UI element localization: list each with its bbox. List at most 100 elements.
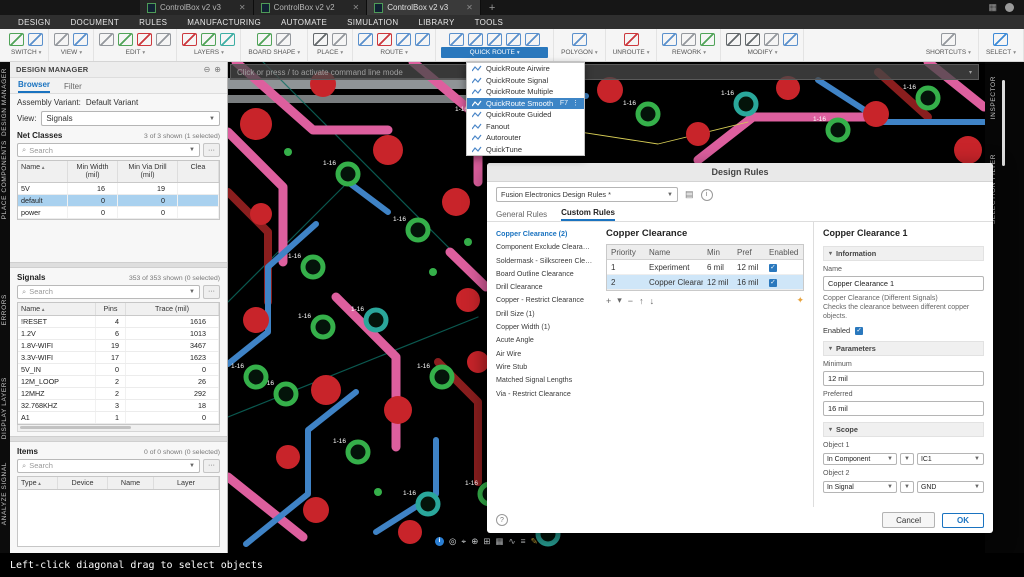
rule-category[interactable]: Soldermask - Silkscreen Clearance: [496, 255, 593, 268]
menu-item-automate[interactable]: AUTOMATE: [281, 18, 327, 27]
route-via-icon[interactable]: [377, 33, 392, 46]
menu-item-design[interactable]: DESIGN: [18, 18, 50, 27]
menu-item-library[interactable]: LIBRARY: [418, 18, 454, 27]
column-header[interactable]: Min Via Drill (mil): [118, 161, 178, 182]
new-tab-button[interactable]: +: [481, 0, 503, 15]
menu-item-simulation[interactable]: SIMULATION: [347, 18, 398, 27]
parameters-section-header[interactable]: ▾ Parameters: [823, 341, 984, 356]
minimum-input[interactable]: 12 mil: [823, 371, 984, 386]
menu-item-quickroute-airwire[interactable]: QuickRoute Airwire: [467, 63, 584, 75]
enabled-checkbox[interactable]: ✓: [769, 264, 777, 272]
shortcuts-icon[interactable]: [941, 33, 956, 46]
quickroute-signal-icon[interactable]: [468, 33, 483, 46]
signals-horizontal-scrollbar[interactable]: [17, 425, 220, 432]
column-header[interactable]: Name ▴: [18, 303, 96, 315]
column-header[interactable]: Enabled: [765, 245, 803, 259]
rework-line-icon[interactable]: [662, 33, 677, 46]
menu-item-document[interactable]: DOCUMENT: [70, 18, 119, 27]
apps-grid-icon[interactable]: ▦: [988, 2, 997, 13]
pencil-icon[interactable]: ✎: [531, 537, 538, 546]
rule-category[interactable]: Air Wire: [496, 348, 593, 361]
column-header[interactable]: Layer: [154, 477, 219, 489]
menu-item-quickroute-signal[interactable]: QuickRoute Signal: [467, 75, 584, 87]
document-tab[interactable]: ControlBox v2 v2✕: [254, 0, 368, 15]
user-avatar[interactable]: [1005, 3, 1014, 12]
modify-rotate-icon[interactable]: [745, 33, 760, 46]
toolbar-group-label[interactable]: EDIT▾: [99, 47, 171, 58]
switch-board-icon[interactable]: [9, 33, 24, 46]
table-row[interactable]: 1.2V61013: [18, 328, 219, 340]
tab-filter[interactable]: Filter: [64, 82, 82, 93]
quickroute-smooth-icon[interactable]: [506, 33, 521, 46]
grid-view-icon[interactable]: [54, 33, 69, 46]
toolbar-group-label[interactable]: LAYERS▾: [182, 47, 235, 58]
library-icon[interactable]: ▤: [685, 189, 694, 200]
menu-item-quickroute-multiple[interactable]: QuickRoute Multiple: [467, 86, 584, 98]
place-component-icon[interactable]: [313, 33, 328, 46]
canvas-vertical-scrollbar[interactable]: [1002, 80, 1005, 166]
layers-icon[interactable]: ▦: [495, 537, 503, 546]
preferred-input[interactable]: 16 mil: [823, 401, 984, 416]
toolbar-group-label[interactable]: BOARD SHAPE▾: [246, 47, 302, 58]
object2-value-select[interactable]: GND▼: [917, 481, 984, 493]
eye-icon[interactable]: ◎: [449, 537, 456, 546]
scope-section-header[interactable]: ▾ Scope: [823, 422, 984, 437]
layer-view-icon[interactable]: [73, 33, 88, 46]
column-header[interactable]: Clea: [178, 161, 219, 182]
unroute-icon[interactable]: [624, 33, 639, 46]
info-icon[interactable]: i: [435, 537, 444, 546]
rework-teardrop-icon[interactable]: [700, 33, 715, 46]
enabled-checkbox[interactable]: ✓: [769, 279, 777, 287]
object2-type-select[interactable]: In Signal▼: [823, 481, 897, 493]
more-options-button[interactable]: ···: [203, 143, 220, 157]
rule-category[interactable]: Matched Signal Lengths: [496, 374, 593, 387]
switch-schematic-icon[interactable]: [28, 33, 43, 46]
sidebar-item-inspector[interactable]: INSPECTOR: [990, 76, 997, 119]
command-line-bar[interactable]: Click or press / to activate command lin…: [230, 64, 979, 80]
route-manual-icon[interactable]: [358, 33, 373, 46]
rule-category[interactable]: Via - Restrict Clearance: [496, 388, 593, 401]
polygon-icon[interactable]: [572, 33, 587, 46]
search-icon[interactable]: ⊕: [214, 65, 221, 74]
add-rule-button[interactable]: +: [606, 296, 611, 306]
pin-icon[interactable]: ⊖: [204, 65, 211, 74]
quickroute-multiple-icon[interactable]: [487, 33, 502, 46]
toolbar-group-label[interactable]: MODIFY▾: [726, 47, 798, 58]
table-row[interactable]: 32.768KHZ318: [18, 400, 219, 412]
toolbar-group-label[interactable]: QUICK ROUTE▾: [441, 47, 548, 58]
table-row[interactable]: 12MHZ2292: [18, 388, 219, 400]
rule-category[interactable]: Copper - Restrict Clearance: [496, 294, 593, 307]
layer-color-icon[interactable]: [220, 33, 235, 46]
items-search-input[interactable]: ⌕ Search ▼: [17, 459, 200, 473]
menu-item-autorouter[interactable]: Autorouter: [467, 132, 584, 144]
column-header[interactable]: Pref: [733, 245, 765, 259]
info-icon[interactable]: i: [701, 189, 713, 201]
toolbar-group-label[interactable]: POLYGON▾: [559, 47, 599, 58]
menu-item-manufacturing[interactable]: MANUFACTURING: [187, 18, 261, 27]
menu-item-rules[interactable]: RULES: [139, 18, 167, 27]
menu-item-fanout[interactable]: Fanout: [467, 121, 584, 133]
menu-item-quickroute-smooth[interactable]: QuickRoute SmoothF7⋮: [467, 98, 584, 110]
layer-stack-icon[interactable]: [182, 33, 197, 46]
rule-category[interactable]: Drill Size (1): [496, 308, 593, 321]
paste-icon[interactable]: [118, 33, 133, 46]
view-select[interactable]: Signals ▼: [41, 111, 220, 126]
table-row[interactable]: power00: [18, 207, 219, 219]
column-header[interactable]: Name ▴: [18, 161, 68, 182]
menu-item-tools[interactable]: TOOLS: [475, 18, 503, 27]
document-tab[interactable]: ControlBox v2 v3✕: [367, 0, 481, 15]
close-icon[interactable]: ✕: [353, 3, 360, 12]
quickroute-guided-icon[interactable]: [525, 33, 540, 46]
rule-category[interactable]: Acute Angle: [496, 334, 593, 347]
add-rule-chevron[interactable]: ▾: [617, 295, 622, 306]
modify-move-icon[interactable]: [726, 33, 741, 46]
object2-extra-select[interactable]: ▼: [900, 481, 914, 493]
sidebar-item-design-manager[interactable]: DESIGN MANAGER: [1, 68, 8, 136]
table-row[interactable]: 5V_IN00: [18, 364, 219, 376]
close-icon[interactable]: ✕: [239, 3, 246, 12]
rule-category[interactable]: Wire Stub: [496, 361, 593, 374]
signal-icon[interactable]: ∿: [509, 537, 516, 546]
board-outline-icon[interactable]: [257, 33, 272, 46]
sidebar-item-display-layers[interactable]: DISPLAY LAYERS: [1, 377, 8, 439]
menu-item-quicktune[interactable]: QuickTune: [467, 144, 584, 156]
